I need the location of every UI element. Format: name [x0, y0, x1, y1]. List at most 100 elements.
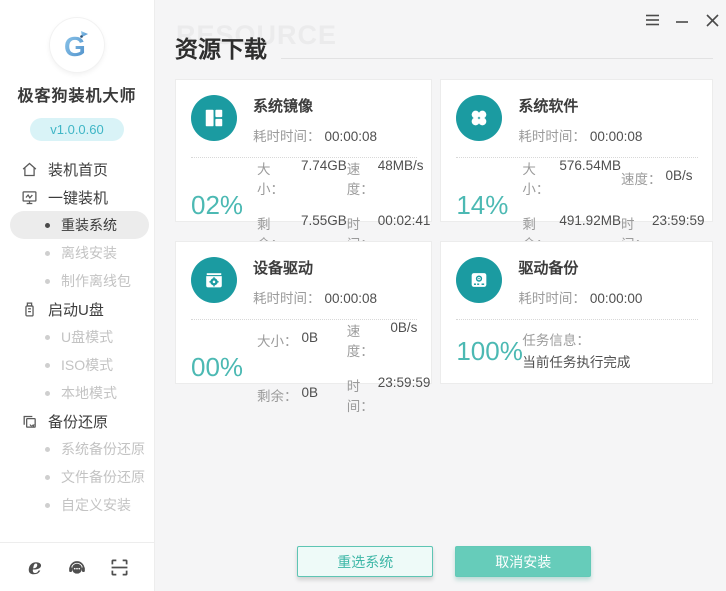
task-info-text: 当前任务执行完成	[522, 352, 630, 374]
sidebar-item-make-offline-package[interactable]: 制作离线包	[0, 267, 154, 295]
stat-label: 大小：	[257, 158, 297, 198]
action-buttons: 重选系统 取消安装	[155, 546, 726, 591]
sidebar-item-label: ISO模式	[61, 355, 113, 375]
stat-value: 7.74GB	[301, 158, 347, 198]
download-cards: 系统镜像 耗时时间：00:00:08 02% 大小：7.74GB 速度：48MB…	[175, 79, 713, 384]
card-device-driver: 设备驱动 耗时时间：00:00:08 00% 大小：0B 速度：0B/s 剩余：…	[175, 241, 432, 384]
stat-value: 48MB/s	[378, 158, 424, 198]
card-title: 系统软件	[518, 95, 642, 116]
sidebar-item-label: 装机首页	[48, 159, 108, 180]
clover-icon	[456, 95, 502, 141]
driver-box-icon	[191, 257, 237, 303]
stat-label: 大小：	[257, 330, 298, 350]
minimize-icon[interactable]	[669, 10, 695, 30]
sidebar-item-offline-install[interactable]: 离线安装	[0, 239, 154, 267]
home-icon	[21, 161, 38, 178]
reselect-system-button[interactable]: 重选系统	[297, 546, 433, 577]
close-icon[interactable]	[699, 10, 725, 30]
sidebar-item-one-click-install[interactable]: 一键装机	[0, 183, 154, 211]
main-panel: RESOURCE 资源下载 系统镜像 耗时时间： 00:00:08	[155, 0, 726, 591]
sidebar-footer: e	[0, 542, 154, 591]
stat-value: 576.54MB	[559, 158, 621, 198]
windows-grid-icon	[191, 95, 237, 141]
page-title: 资源下载	[175, 30, 281, 64]
stat-label: 速度：	[621, 168, 662, 188]
version-badge: v1.0.0.60	[30, 118, 124, 141]
sidebar-item-label: 自定义安装	[61, 495, 131, 515]
sidebar-item-label: 制作离线包	[61, 271, 131, 291]
bullet-icon	[45, 363, 50, 368]
usb-icon	[21, 301, 38, 318]
progress-percent: 100%	[456, 336, 522, 367]
bullet-icon	[45, 475, 50, 480]
task-info-label: 任务信息：	[522, 330, 630, 352]
sidebar-item-system-backup-restore[interactable]: 系统备份还原	[0, 435, 154, 463]
elapsed-label: 耗时时间：	[518, 129, 586, 144]
sidebar-item-iso-mode[interactable]: ISO模式	[0, 351, 154, 379]
sidebar-item-label: 系统备份还原	[61, 439, 145, 459]
sidebar-item-label: 一键装机	[48, 187, 108, 208]
stat-value: 0B	[302, 330, 319, 350]
stat-value: 0B/s	[390, 320, 417, 360]
card-system-software: 系统软件 耗时时间： 00:00:08 14% 大小：576.54MB 速度：0B…	[440, 79, 713, 222]
bullet-icon	[45, 391, 50, 396]
stat-label: 速度：	[347, 158, 374, 198]
sidebar-item-file-backup-restore[interactable]: 文件备份还原	[0, 463, 154, 491]
elapsed-value: 00:00:08	[325, 129, 378, 144]
sidebar-item-custom-install[interactable]: 自定义安装	[0, 491, 154, 519]
sidebar-item-label: 本地模式	[61, 383, 117, 403]
card-title: 系统镜像	[253, 95, 377, 116]
stat-value: 0B	[302, 385, 319, 405]
bullet-icon	[45, 251, 50, 256]
progress-percent: 02%	[191, 190, 257, 221]
progress-percent: 14%	[456, 190, 522, 221]
sidebar-item-label: 文件备份还原	[61, 467, 145, 487]
bullet-icon	[45, 503, 50, 508]
card-system-image: 系统镜像 耗时时间： 00:00:08 02% 大小：7.74GB 速度：48MB…	[175, 79, 432, 222]
app-title: 极客狗装机大师	[17, 82, 136, 106]
qr-scan-icon[interactable]	[108, 556, 130, 578]
progress-percent: 00%	[191, 352, 257, 383]
stat-label: 速度：	[347, 320, 387, 360]
window-controls	[639, 10, 725, 30]
stat-label: 大小：	[522, 158, 555, 198]
hard-disk-icon	[456, 257, 502, 303]
sidebar-item-label: 启动U盘	[48, 299, 104, 320]
elapsed-label: 耗时时间：	[253, 291, 321, 306]
elapsed-label: 耗时时间：	[253, 129, 321, 144]
stat-value: 23:59:59	[378, 375, 431, 415]
sidebar-item-local-mode[interactable]: 本地模式	[0, 379, 154, 407]
ie-browser-icon[interactable]: e	[24, 556, 46, 578]
sidebar-item-label: U盘模式	[61, 327, 113, 347]
sidebar-item-reinstall-system[interactable]: 重装系统	[10, 211, 149, 239]
stat-label: 剩余：	[257, 385, 298, 405]
sidebar: G 极客狗装机大师 v1.0.0.60 装机首页一键装机重装系统离线安装制作离线…	[0, 0, 155, 591]
card-title: 驱动备份	[518, 257, 642, 278]
customer-service-icon[interactable]	[66, 556, 88, 578]
elapsed-value: 00:00:00	[590, 291, 643, 306]
card-title: 设备驱动	[253, 257, 377, 278]
menu-icon[interactable]	[639, 10, 665, 30]
stat-label: 时间：	[347, 375, 374, 415]
bullet-icon	[45, 447, 50, 452]
sidebar-item-label: 备份还原	[48, 411, 108, 432]
bullet-icon	[45, 223, 50, 228]
bullet-icon	[45, 279, 50, 284]
sidebar-item-boot-usb[interactable]: 启动U盘	[0, 295, 154, 323]
header-divider	[281, 58, 713, 59]
card-driver-backup: 驱动备份 耗时时间： 00:00:00 100% 任务信息： 当前任务执行完成	[440, 241, 713, 384]
cancel-install-button[interactable]: 取消安装	[455, 546, 591, 577]
stat-value: 0B/s	[665, 168, 692, 188]
elapsed-label: 耗时时间：	[518, 291, 586, 306]
page-header: RESOURCE 资源下载	[175, 30, 713, 64]
elapsed-value: 00:00:08	[590, 129, 643, 144]
elapsed-value: 00:00:08	[325, 291, 378, 306]
sidebar-item-usb-mode[interactable]: U盘模式	[0, 323, 154, 351]
sidebar-item-label: 重装系统	[61, 215, 117, 235]
backup-icon	[21, 413, 38, 430]
monitor-icon	[21, 189, 38, 206]
sidebar-item-backup-restore[interactable]: 备份还原	[0, 407, 154, 435]
sidebar-nav: 装机首页一键装机重装系统离线安装制作离线包启动U盘 U盘模式 ISO模式本地模式备份…	[0, 155, 154, 542]
sidebar-item-home[interactable]: 装机首页	[0, 155, 154, 183]
sidebar-item-label: 离线安装	[61, 243, 117, 263]
